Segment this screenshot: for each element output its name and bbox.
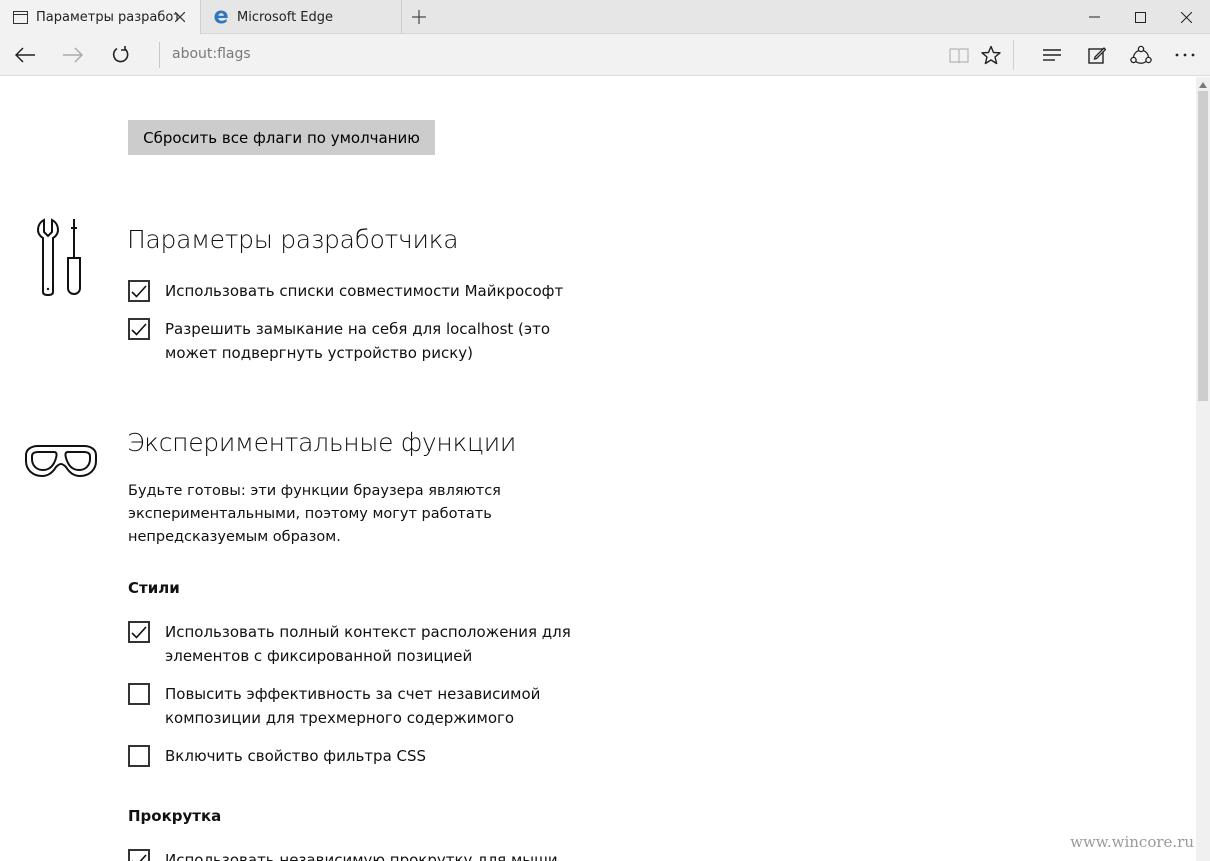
share-button[interactable] [1123, 38, 1159, 72]
option-localhost-loopback[interactable]: Разрешить замыкание на себя для localhos… [128, 318, 585, 365]
option-3d-composition[interactable]: Повысить эффективность за счет независим… [128, 683, 585, 730]
back-arrow-icon [15, 47, 35, 63]
more-button[interactable] [1167, 38, 1203, 72]
watermark: www.wincore.ru [1070, 833, 1194, 851]
scroll-up-arrow-icon [1199, 82, 1207, 88]
option-label: Использовать списки совместимости Майкро… [165, 282, 564, 300]
option-fixed-position-layout[interactable]: Использовать полный контекст расположени… [128, 621, 585, 668]
checkbox[interactable] [128, 683, 150, 705]
option-label: Повысить эффективность за счет независим… [165, 685, 541, 727]
forward-arrow-icon [63, 47, 83, 63]
tab-title: Microsoft Edge [237, 9, 334, 25]
checkbox[interactable] [128, 621, 150, 643]
new-tab-button[interactable] [404, 0, 434, 34]
checkbox[interactable] [128, 318, 150, 340]
navigation-bar: about:flags [0, 34, 1210, 76]
scrollbar-thumb[interactable] [1198, 91, 1208, 401]
option-compat-lists[interactable]: Использовать списки совместимости Майкро… [128, 280, 585, 303]
checkmark-icon [131, 625, 147, 639]
scrolling-heading: Прокрутка [128, 807, 222, 825]
favorites-button[interactable] [973, 38, 1009, 72]
book-icon [949, 48, 969, 63]
goggles-icon [24, 443, 98, 483]
checkmark-icon [131, 322, 147, 336]
checkmark-icon [131, 284, 147, 298]
address-separator [159, 42, 160, 68]
address-bar[interactable]: about:flags [172, 46, 251, 62]
web-note-button[interactable] [1079, 38, 1115, 72]
close-icon[interactable] [172, 9, 188, 25]
tab-developer-settings[interactable]: Параметры разработчика [0, 0, 201, 34]
hub-icon [1043, 49, 1061, 61]
checkbox[interactable] [128, 849, 150, 861]
experimental-section-title: Экспериментальные функции [127, 428, 517, 457]
tab-title: Параметры разработчика [36, 9, 178, 25]
option-label: Использовать полный контекст расположени… [165, 623, 571, 665]
refresh-button[interactable] [103, 38, 139, 72]
experimental-description: Будьте готовы: эти функции браузера явля… [128, 483, 501, 545]
reading-view-button[interactable] [941, 38, 977, 72]
tab-microsoft-edge[interactable]: Microsoft Edge [201, 0, 402, 34]
edge-logo-icon [211, 7, 231, 27]
styles-heading: Стили [128, 579, 180, 597]
option-label: Использовать независимую прокрутку для м… [165, 851, 558, 861]
window-close-button[interactable] [1163, 0, 1209, 34]
developer-section-title: Параметры разработчика [127, 225, 459, 254]
more-dots-icon [1175, 53, 1195, 57]
hub-button[interactable] [1034, 38, 1070, 72]
page-content: Сбросить все флаги по умолчанию Параметр… [0, 77, 1196, 861]
checkmark-icon [131, 853, 147, 861]
pen-note-icon [1088, 47, 1106, 64]
minimize-button[interactable] [1071, 0, 1117, 34]
page-icon [10, 7, 30, 27]
checkbox[interactable] [128, 745, 150, 767]
maximize-button[interactable] [1117, 0, 1163, 34]
checkbox[interactable] [128, 280, 150, 302]
back-button[interactable] [7, 38, 43, 72]
star-icon [981, 45, 1001, 65]
tools-icon [36, 218, 84, 300]
option-css-filter[interactable]: Включить свойство фильтра CSS [128, 745, 585, 768]
option-label: Включить свойство фильтра CSS [165, 747, 427, 765]
forward-button[interactable] [55, 38, 91, 72]
refresh-icon [112, 46, 129, 63]
share-icon [1130, 45, 1152, 64]
tab-strip: Параметры разработчика Microsoft Edge [0, 0, 1210, 34]
toolbar-separator [1013, 40, 1014, 70]
option-label: Разрешить замыкание на себя для localhos… [165, 320, 551, 362]
vertical-scrollbar[interactable] [1196, 77, 1210, 861]
option-independent-scrolling[interactable]: Использовать независимую прокрутку для м… [128, 849, 585, 861]
reset-flags-button[interactable]: Сбросить все флаги по умолчанию [128, 120, 435, 155]
